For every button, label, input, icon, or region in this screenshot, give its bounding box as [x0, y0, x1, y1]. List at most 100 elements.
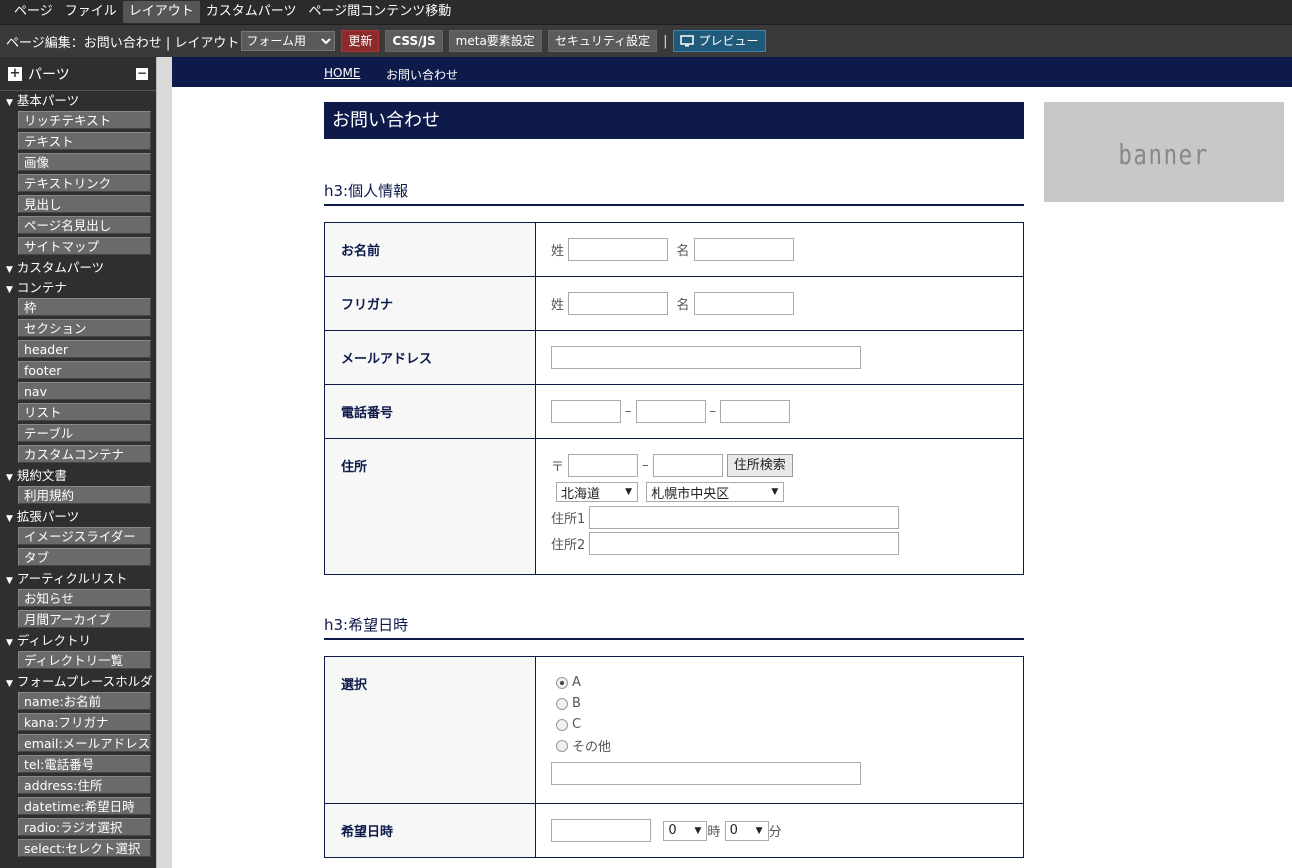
parts-category[interactable]: アーティクルリスト	[0, 569, 156, 589]
radio-button[interactable]	[556, 718, 568, 731]
address2-label: 住所2	[551, 538, 586, 553]
tel-input-1[interactable]	[551, 400, 621, 423]
parts-item[interactable]: address:住所	[18, 776, 151, 794]
parts-category[interactable]: 規約文書	[0, 466, 156, 486]
menu-item[interactable]: ページ間コンテンツ移動	[303, 1, 458, 23]
address1-label: 住所1	[551, 512, 586, 527]
parts-category[interactable]: カスタムパーツ	[0, 258, 156, 278]
minute-select[interactable]: 0 ▼	[724, 820, 769, 841]
menu-item[interactable]: ページ	[8, 1, 59, 23]
banner-text: banner	[1118, 137, 1210, 171]
tel-dash-2: –	[709, 404, 717, 419]
parts-category[interactable]: コンテナ	[0, 278, 156, 298]
postal-code-input-1[interactable]	[568, 454, 639, 477]
city-select[interactable]: 札幌市中央区 ▼	[646, 482, 785, 502]
parts-item[interactable]: footer	[18, 361, 151, 379]
radio-option[interactable]: A	[551, 672, 1023, 693]
banner-image: banner	[1044, 102, 1284, 202]
menu-item[interactable]: カスタムパーツ	[200, 1, 303, 23]
sei-kana-label: 姓	[551, 298, 565, 313]
select-label: 選択	[324, 656, 536, 804]
radio-option[interactable]: B	[551, 693, 1023, 714]
postal-dash: –	[642, 458, 649, 473]
parts-item[interactable]: 利用規約	[18, 486, 151, 504]
parts-item[interactable]: kana:フリガナ	[18, 713, 151, 731]
tel-input-2[interactable]	[635, 400, 706, 423]
hour-select[interactable]: 0 ▼	[663, 820, 708, 841]
parts-category[interactable]: ディレクトリ	[0, 631, 156, 651]
postal-code-input-2[interactable]	[652, 454, 723, 477]
parts-item[interactable]: リスト	[18, 403, 151, 421]
radio-button[interactable]	[556, 697, 568, 710]
radio-button[interactable]	[556, 676, 568, 689]
parts-item[interactable]: email:メールアドレス	[18, 734, 151, 752]
menu-item[interactable]: レイアウト	[122, 1, 200, 23]
parts-item[interactable]: ディレクトリ一覧	[18, 651, 151, 669]
layout-select[interactable]: フォーム用	[241, 31, 336, 51]
email-input[interactable]	[551, 346, 861, 369]
prefecture-select[interactable]: 北海道 ▼	[556, 482, 638, 502]
parts-item[interactable]: 枠	[18, 298, 151, 316]
parts-item[interactable]: セクション	[18, 319, 151, 337]
parts-item[interactable]: カスタムコンテナ	[18, 445, 151, 463]
parts-item[interactable]: header	[18, 340, 151, 358]
kana-label: フリガナ	[324, 276, 536, 331]
parts-item[interactable]: 見出し	[18, 195, 151, 213]
tel-input-3[interactable]	[720, 400, 790, 423]
menu-item[interactable]: ファイル	[59, 1, 123, 23]
parts-item[interactable]: datetime:希望日時	[18, 797, 151, 815]
parts-item[interactable]: テーブル	[18, 424, 151, 442]
preview-button[interactable]: プレビュー	[673, 30, 766, 52]
personal-info-table: お名前 姓 名 フリガナ 姓 名 メールアドレス 電話番号 – – 住所 〒 –…	[324, 222, 1024, 575]
address1-input[interactable]	[589, 506, 900, 529]
email-cell	[535, 330, 1024, 385]
date-input[interactable]	[551, 819, 651, 842]
last-name-input[interactable]	[568, 238, 669, 261]
parts-item[interactable]: お知らせ	[18, 589, 151, 607]
plus-icon[interactable]: +	[8, 66, 22, 81]
parts-item[interactable]: サイトマップ	[18, 237, 151, 255]
address-label: 住所	[324, 438, 536, 575]
table-row: 希望日時 0 ▼ 時 0 ▼ 分	[324, 803, 1024, 858]
radio-label: A	[572, 675, 581, 690]
meta-settings-button[interactable]: meta要素設定	[448, 30, 542, 52]
parts-sidebar: + パーツ − 基本パーツリッチテキストテキスト画像テキストリンク見出しページ名…	[0, 57, 156, 868]
address-search-button[interactable]: 住所検索	[726, 454, 793, 477]
site-nav: HOME お問い合わせ	[172, 57, 1292, 87]
parts-item[interactable]: 月間アーカイブ	[18, 610, 151, 628]
parts-item[interactable]: name:お名前	[18, 692, 151, 710]
radio-option[interactable]: その他	[551, 735, 1023, 756]
parts-category[interactable]: 基本パーツ	[0, 91, 156, 111]
parts-category[interactable]: フォームプレースホルダ	[0, 672, 156, 692]
parts-item[interactable]: select:セレクト選択	[18, 839, 151, 857]
first-name-kana-input[interactable]	[693, 292, 794, 315]
table-row: 住所 〒 – 住所検索 北海道 ▼ 札幌市中央区 ▼ 住所1 住所2	[324, 438, 1024, 575]
security-settings-button[interactable]: セキュリティ設定	[547, 30, 658, 52]
section-heading-datetime: h3:希望日時	[324, 612, 1024, 640]
mei-label: 名	[676, 244, 690, 259]
parts-item[interactable]: nav	[18, 382, 151, 400]
breadcrumb-home-link[interactable]: HOME	[324, 66, 360, 80]
radio-option[interactable]: C	[551, 714, 1023, 735]
last-name-kana-input[interactable]	[568, 292, 669, 315]
parts-item[interactable]: タブ	[18, 548, 151, 566]
parts-item[interactable]: テキスト	[18, 132, 151, 150]
parts-category[interactable]: 拡張パーツ	[0, 507, 156, 527]
parts-item[interactable]: リッチテキスト	[18, 111, 151, 129]
radio-button[interactable]	[556, 739, 568, 752]
first-name-input[interactable]	[693, 238, 794, 261]
css-js-button[interactable]: CSS/JS	[385, 30, 443, 52]
minute-value: 0	[729, 823, 738, 838]
parts-item[interactable]: 画像	[18, 153, 151, 171]
other-text-input[interactable]	[551, 762, 861, 785]
parts-item[interactable]: radio:ラジオ選択	[18, 818, 151, 836]
parts-item[interactable]: ページ名見出し	[18, 216, 151, 234]
update-button[interactable]: 更新	[341, 30, 380, 52]
parts-item[interactable]: tel:電話番号	[18, 755, 151, 773]
breadcrumb-current: お問い合わせ	[386, 68, 459, 82]
parts-item[interactable]: イメージスライダー	[18, 527, 151, 545]
parts-item[interactable]: テキストリンク	[18, 174, 151, 192]
collapse-icon[interactable]: −	[136, 67, 148, 80]
sidebar-scrollbar[interactable]	[156, 57, 172, 868]
address2-input[interactable]	[589, 532, 900, 555]
